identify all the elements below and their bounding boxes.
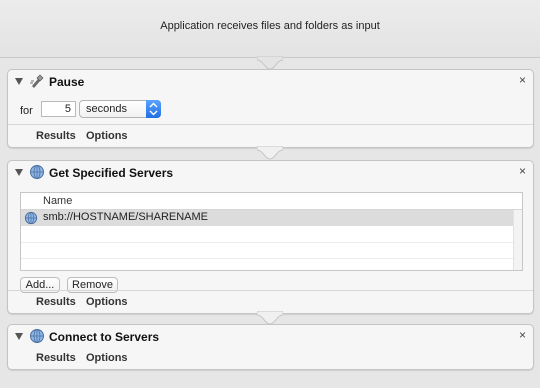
pause-action-title: Pause — [49, 75, 85, 89]
row-divider — [21, 258, 514, 259]
disclosure-triangle-icon[interactable] — [15, 333, 23, 340]
pause-panel-footer: Results Options — [8, 124, 533, 147]
row-divider — [21, 242, 514, 243]
options-tab[interactable]: Options — [86, 130, 128, 142]
server-url: smb://HOSTNAME/SHARENAME — [43, 211, 209, 223]
workflow-input-header: Application receives files and folders a… — [0, 0, 540, 58]
pause-amount-field[interactable]: 5 — [41, 101, 76, 117]
connect-servers-footer: Results Options — [8, 347, 533, 369]
flow-connector-icon — [257, 56, 283, 70]
table-header[interactable]: Name — [21, 193, 522, 210]
connect-servers-action-panel[interactable]: Connect to Servers × Results Options — [7, 324, 534, 370]
connect-servers-header[interactable]: Connect to Servers × — [8, 325, 533, 349]
pause-action-icon — [30, 74, 44, 88]
name-column-header[interactable]: Name — [43, 195, 72, 207]
get-servers-header[interactable]: Get Specified Servers × — [8, 161, 533, 185]
disclosure-triangle-icon[interactable] — [15, 169, 23, 176]
network-globe-icon — [30, 165, 44, 179]
results-tab[interactable]: Results — [36, 352, 76, 364]
disclosure-triangle-icon[interactable] — [15, 78, 23, 85]
get-servers-action-panel[interactable]: Get Specified Servers × Name smb://HOSTN… — [7, 160, 534, 314]
connect-servers-title: Connect to Servers — [49, 330, 160, 344]
flow-connector-icon — [257, 146, 283, 160]
servers-table[interactable]: Name smb://HOSTNAME/SHARENAME — [20, 192, 523, 271]
table-row[interactable]: smb://HOSTNAME/SHARENAME — [21, 210, 514, 226]
close-icon[interactable]: × — [519, 164, 526, 178]
pause-action-header[interactable]: Pause × — [8, 70, 533, 94]
close-icon[interactable]: × — [519, 328, 526, 342]
options-tab[interactable]: Options — [86, 352, 128, 364]
network-globe-icon — [30, 329, 44, 343]
options-tab[interactable]: Options — [86, 296, 128, 308]
results-tab[interactable]: Results — [36, 130, 76, 142]
workflow-input-label: Application receives files and folders a… — [160, 20, 380, 32]
pause-action-panel[interactable]: Pause × for 5 seconds Results Options — [7, 69, 534, 148]
get-servers-title: Get Specified Servers — [49, 166, 174, 180]
close-icon[interactable]: × — [519, 73, 526, 87]
flow-connector-icon — [257, 311, 283, 325]
time-unit-select[interactable]: seconds — [79, 100, 161, 118]
time-unit-value: seconds — [86, 103, 127, 115]
table-scrollbar[interactable] — [513, 210, 522, 270]
results-tab[interactable]: Results — [36, 296, 76, 308]
select-arrows-icon[interactable] — [146, 100, 161, 118]
get-servers-footer: Results Options — [8, 290, 533, 313]
for-label: for — [20, 105, 33, 117]
network-globe-icon — [24, 211, 38, 225]
